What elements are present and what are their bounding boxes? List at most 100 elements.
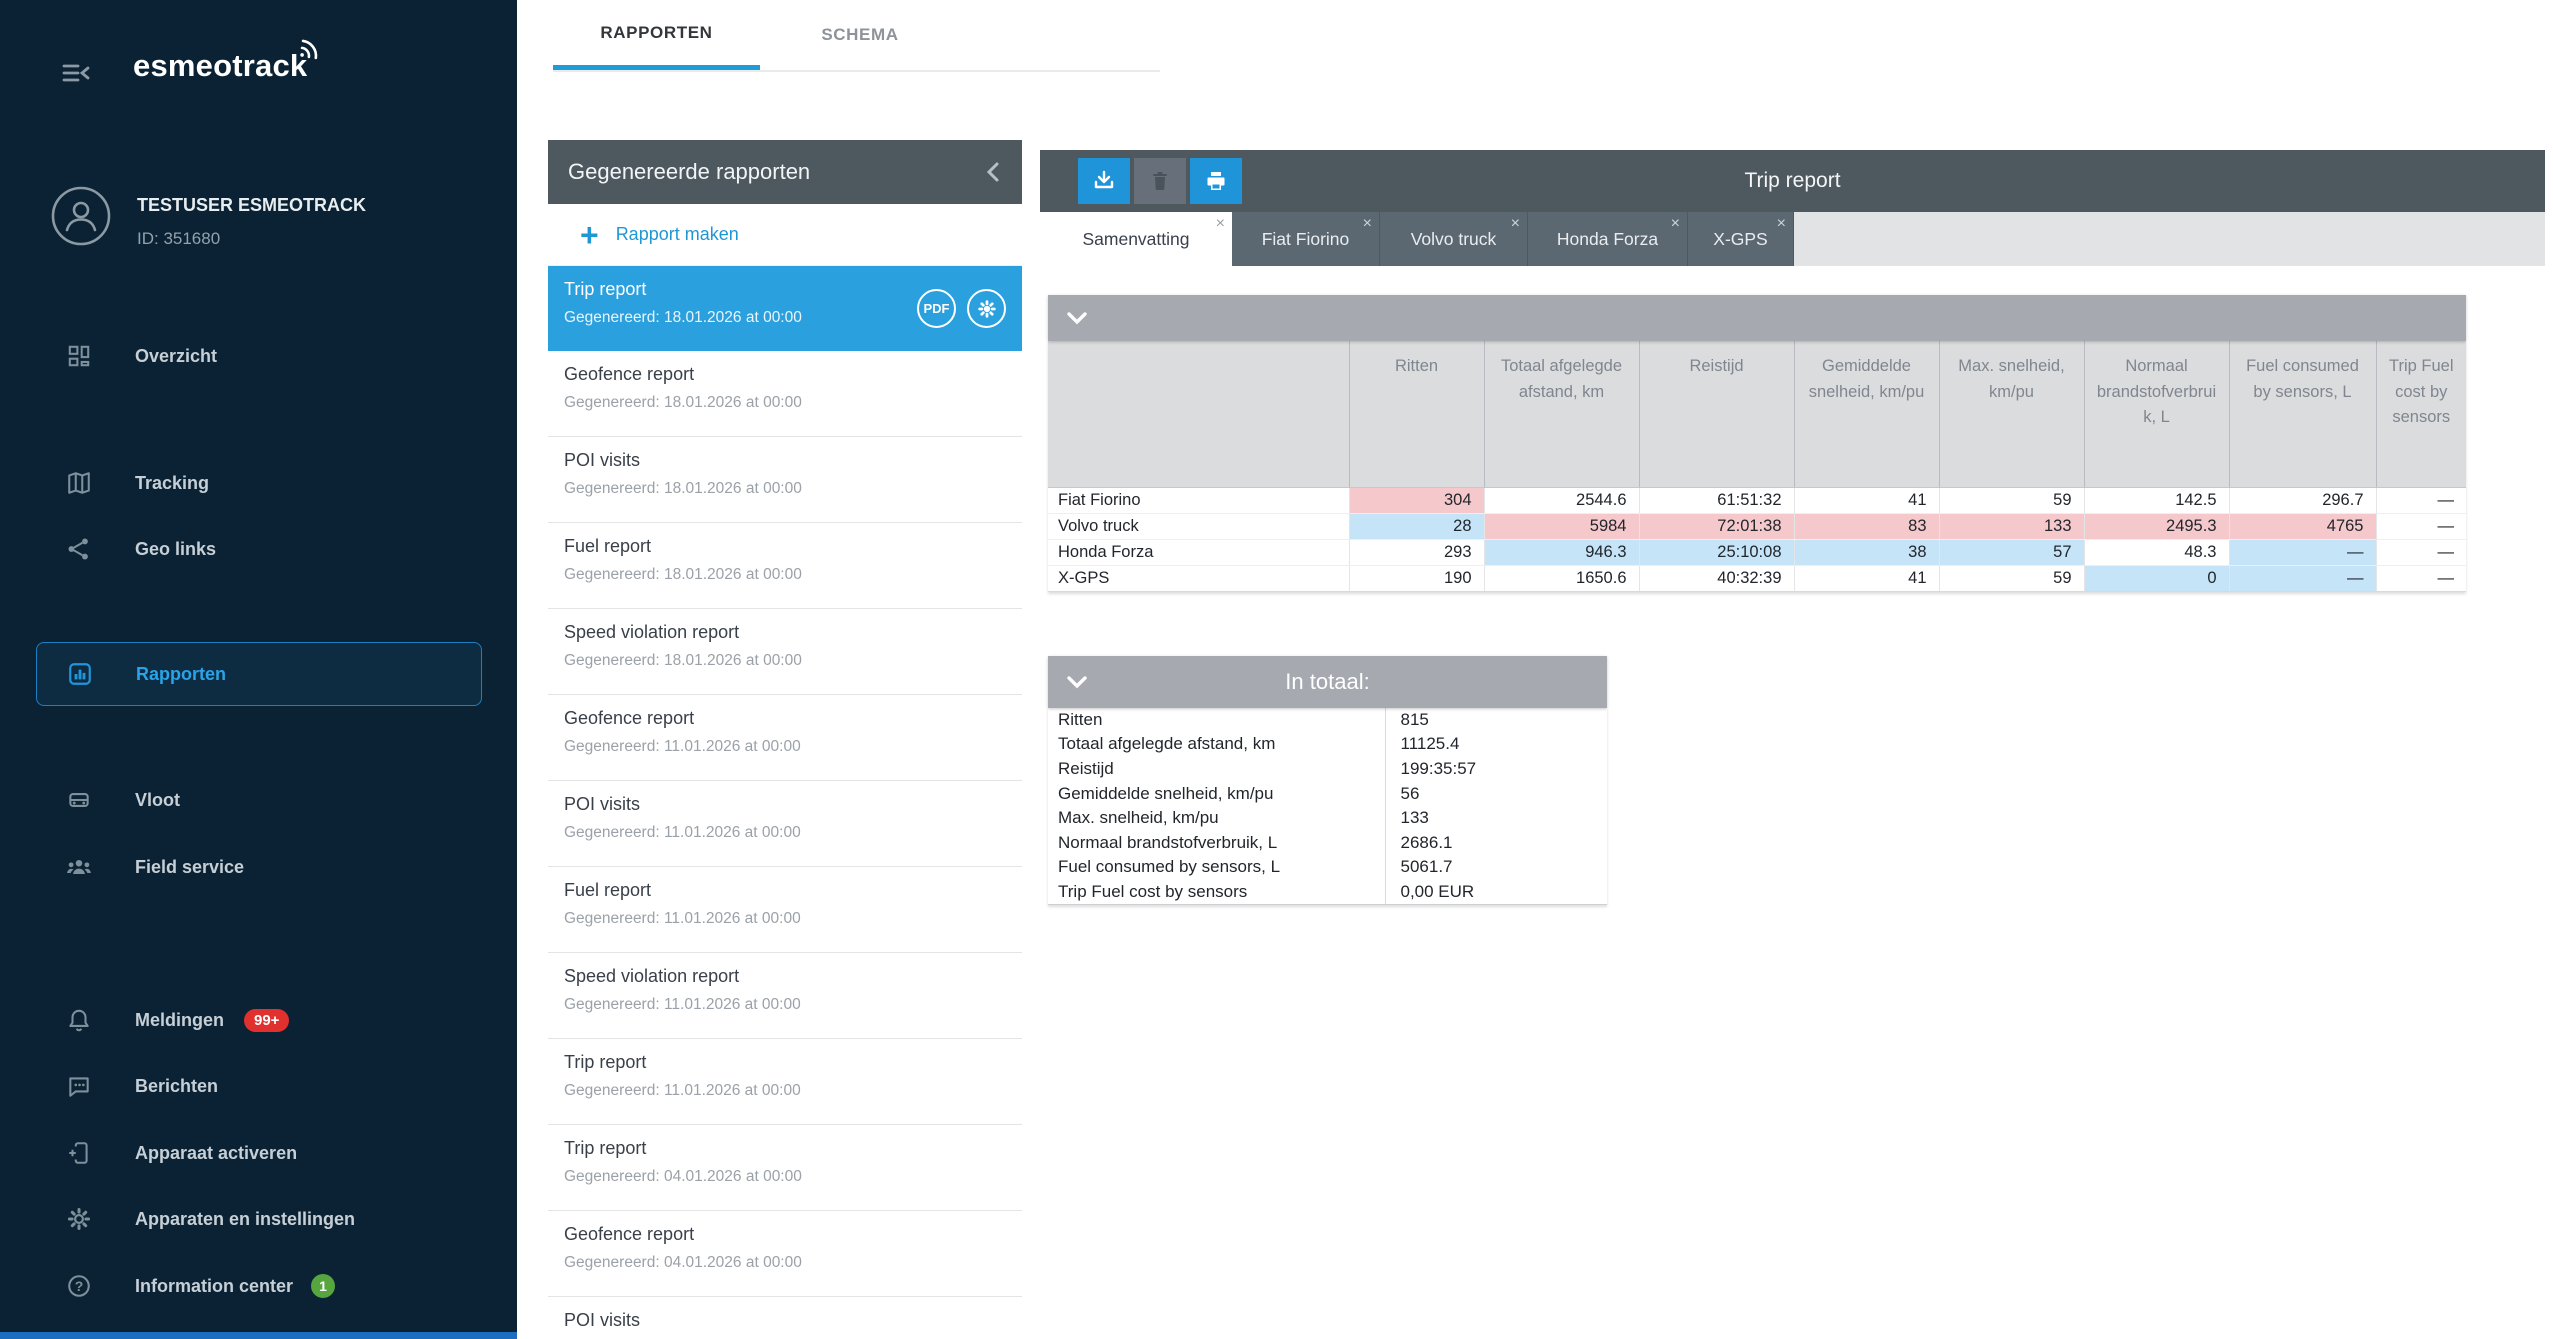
data-cell: 0 [2084, 565, 2229, 591]
totals-value: 0,00 EUR [1385, 880, 1607, 905]
tab-fiat-fiorino[interactable]: Fiat Fiorino × [1232, 212, 1380, 266]
info-center-badge: 1 [311, 1274, 335, 1298]
report-item-generated: Gegenereerd: 11.01.2026 at 00:00 [564, 1082, 1004, 1100]
data-cell: 38 [1794, 539, 1939, 565]
report-list-item[interactable]: Fuel report Gegenereerd: 11.01.2026 at 0… [548, 867, 1022, 953]
report-list-item[interactable]: POI visits [548, 1297, 1022, 1339]
table-row[interactable]: Fiat Fiorino 304 2544.6 61:51:32 41 59 1… [1048, 487, 2466, 513]
close-tab-icon[interactable]: × [1363, 214, 1372, 233]
tab-honda-forza[interactable]: Honda Forza × [1528, 212, 1688, 266]
column-header[interactable]: Gemiddelde snelheid, km/pu [1794, 341, 1939, 487]
vehicle-name-cell: Fiat Fiorino [1048, 487, 1349, 513]
report-list-item[interactable]: Geofence report Gegenereerd: 18.01.2026 … [548, 351, 1022, 437]
column-header[interactable]: Ritten [1349, 341, 1484, 487]
report-list-item[interactable]: Trip report Gegenereerd: 11.01.2026 at 0… [548, 1039, 1022, 1125]
report-list-item[interactable]: Fuel report Gegenereerd: 18.01.2026 at 0… [548, 523, 1022, 609]
column-header[interactable]: Totaal afgelegde afstand, km [1484, 341, 1639, 487]
report-item-generated: Gegenereerd: 11.01.2026 at 00:00 [564, 996, 1004, 1014]
sidebar-item-apparaat-activeren[interactable]: Apparaat activeren [36, 1121, 482, 1185]
report-list-item[interactable]: Speed violation report Gegenereerd: 11.0… [548, 953, 1022, 1039]
people-icon [66, 854, 92, 880]
table-row[interactable]: Volvo truck 28 5984 72:01:38 83 133 2495… [1048, 513, 2466, 539]
data-cell: 304 [1349, 487, 1484, 513]
close-tab-icon[interactable]: × [1777, 214, 1786, 233]
table-row[interactable]: X-GPS 190 1650.6 40:32:39 41 59 0 — — [1048, 565, 2466, 591]
sidebar-item-overzicht[interactable]: Overzicht [36, 324, 482, 388]
report-item-title: POI visits [564, 1310, 1004, 1331]
sidebar-item-rapporten[interactable]: Rapporten [36, 642, 482, 706]
sidebar-item-label: Geo links [135, 539, 216, 560]
tab-label: Fiat Fiorino [1262, 229, 1350, 250]
tab-rapporten[interactable]: RAPPORTEN [553, 0, 760, 70]
data-cell: — [2376, 539, 2466, 565]
sidebar-item-label: Information center [135, 1276, 293, 1297]
sidebar-item-vloot[interactable]: Vloot [36, 768, 482, 832]
totals-row: Gemiddelde snelheid, km/pu 56 [1048, 781, 1607, 806]
column-header[interactable]: Reistijd [1639, 341, 1794, 487]
trip-report-title: Trip report [1040, 169, 2545, 193]
collapse-panel-icon[interactable] [986, 161, 1000, 183]
close-tab-icon[interactable]: × [1216, 214, 1225, 233]
report-item-title: Geofence report [564, 364, 1004, 385]
report-item-generated: Gegenereerd: 18.01.2026 at 00:00 [564, 652, 1004, 670]
table-row[interactable]: Honda Forza 293 946.3 25:10:08 38 57 48.… [1048, 539, 2466, 565]
totals-label: Gemiddelde snelheid, km/pu [1048, 781, 1385, 806]
sidebar-collapse-button[interactable] [60, 60, 92, 90]
tab-x-gps[interactable]: X-GPS × [1688, 212, 1794, 266]
column-header[interactable]: Max. snelheid, km/pu [1939, 341, 2084, 487]
share-icon [66, 536, 92, 562]
report-item-generated: Gegenereerd: 18.01.2026 at 00:00 [564, 480, 1004, 498]
totals-value: 815 [1385, 708, 1607, 733]
notifications-badge: 99+ [244, 1009, 289, 1032]
sidebar-item-apparaten-instellingen[interactable]: Apparaten en instellingen [36, 1187, 482, 1251]
sidebar-item-berichten[interactable]: Berichten [36, 1054, 482, 1118]
download-button[interactable] [1078, 158, 1130, 204]
report-item-title: Geofence report [564, 1224, 1004, 1245]
bar-chart-icon [67, 661, 93, 687]
report-list-item[interactable]: Trip report Gegenereerd: 18.01.2026 at 0… [548, 266, 1022, 351]
close-tab-icon[interactable]: × [1511, 214, 1520, 233]
report-toolbar [1078, 158, 1242, 204]
report-item-title: Trip report [564, 1138, 1004, 1159]
report-list-item[interactable]: POI visits Gegenereerd: 11.01.2026 at 00… [548, 781, 1022, 867]
create-report-button[interactable]: + Rapport maken [548, 204, 1022, 266]
tab-samenvatting[interactable]: Samenvatting × [1040, 212, 1232, 266]
bottom-accent-bar [0, 1332, 517, 1339]
data-cell: — [2229, 565, 2376, 591]
sidebar-item-field-service[interactable]: Field service [36, 835, 482, 899]
data-cell: — [2376, 565, 2466, 591]
sidebar-item-label: Berichten [135, 1076, 218, 1097]
pdf-button[interactable]: PDF [917, 289, 956, 328]
column-header[interactable]: Trip Fuel cost by sensors [2376, 341, 2466, 487]
report-list-item[interactable]: Geofence report Gegenereerd: 04.01.2026 … [548, 1211, 1022, 1297]
summary-section-bar[interactable] [1048, 295, 2466, 341]
print-button[interactable] [1190, 158, 1242, 204]
totals-row: Normaal brandstofverbruik, L 2686.1 [1048, 830, 1607, 855]
sidebar-item-meldingen[interactable]: Meldingen 99+ [36, 988, 482, 1052]
report-list-item[interactable]: Geofence report Gegenereerd: 11.01.2026 … [548, 695, 1022, 781]
report-list-item[interactable]: Speed violation report Gegenereerd: 18.0… [548, 609, 1022, 695]
totals-section-bar[interactable]: In totaal: [1048, 656, 1607, 708]
column-header[interactable]: Normaal brandstofverbruik, L [2084, 341, 2229, 487]
totals-row: Fuel consumed by sensors, L 5061.7 [1048, 855, 1607, 880]
data-cell: — [2229, 539, 2376, 565]
sidebar-item-tracking[interactable]: Tracking [36, 451, 482, 515]
delete-button[interactable] [1134, 158, 1186, 204]
totals-label: Fuel consumed by sensors, L [1048, 855, 1385, 880]
report-list-item[interactable]: Trip report Gegenereerd: 04.01.2026 at 0… [548, 1125, 1022, 1211]
totals-row: Ritten 815 [1048, 708, 1607, 733]
trip-report-content: Ritten Totaal afgelegde afstand, km Reis… [1040, 266, 2545, 1339]
app-logo-text: esmeotrack [133, 48, 307, 83]
sidebar-item-information-center[interactable]: ? Information center 1 [36, 1254, 482, 1318]
totals-label: Ritten [1048, 708, 1385, 733]
column-header[interactable]: Fuel consumed by sensors, L [2229, 341, 2376, 487]
report-list-item[interactable]: POI visits Gegenereerd: 18.01.2026 at 00… [548, 437, 1022, 523]
generated-reports-header: Gegenereerde rapporten [548, 140, 1022, 204]
chat-icon [66, 1073, 92, 1099]
bell-icon [66, 1007, 92, 1033]
tab-volvo-truck[interactable]: Volvo truck × [1380, 212, 1528, 266]
report-settings-button[interactable] [967, 289, 1006, 328]
sidebar-item-geo-links[interactable]: Geo links [36, 517, 482, 581]
tab-schema[interactable]: SCHEMA [770, 0, 950, 70]
close-tab-icon[interactable]: × [1671, 214, 1680, 233]
